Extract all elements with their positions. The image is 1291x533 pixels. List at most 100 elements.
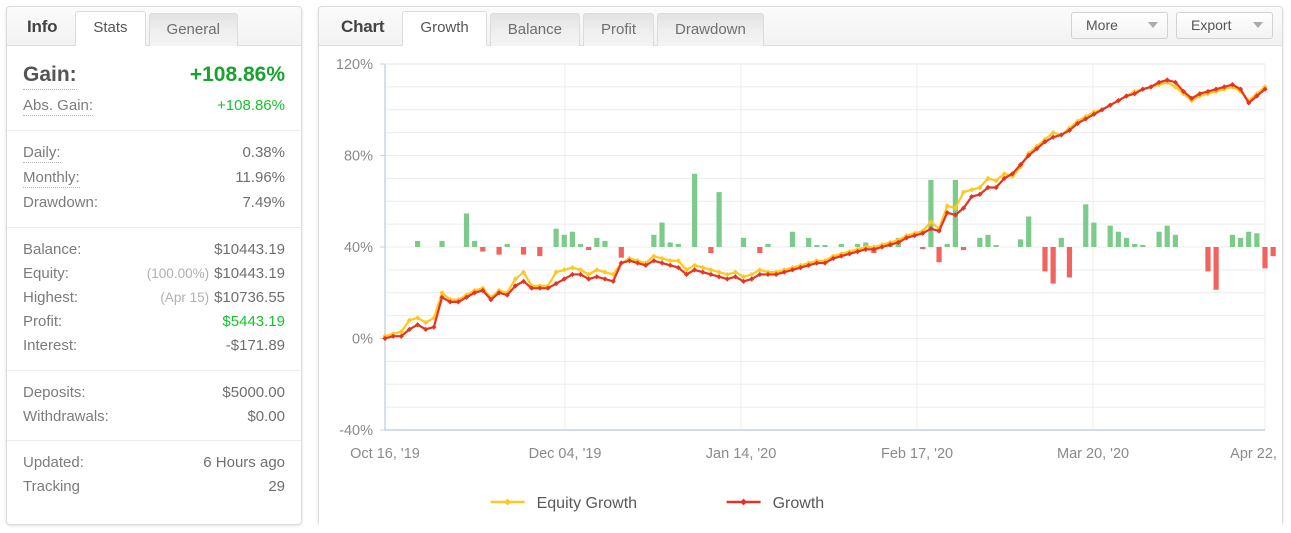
legend-swatch-marker xyxy=(504,498,511,506)
tab-stats[interactable]: Stats xyxy=(75,11,146,46)
stats-row-label: Updated: xyxy=(23,453,84,471)
bar-positive xyxy=(651,234,657,247)
bar-positive xyxy=(985,234,991,247)
legend-swatch-marker xyxy=(740,498,747,506)
x-tick-label: Mar 20, '20 xyxy=(1057,446,1129,462)
bar-positive xyxy=(463,213,470,247)
stats-row-label[interactable]: Monthly: xyxy=(23,168,80,189)
x-tick-label: Apr 22, '20 xyxy=(1230,446,1281,462)
stats-row-value-wrap: 29 xyxy=(268,477,285,496)
stats-row-value-wrap: +108.86% xyxy=(217,96,285,115)
bar-negative xyxy=(1213,247,1219,290)
stats-row: Balance: $10443.19 xyxy=(23,238,285,262)
bar-negative xyxy=(920,247,926,249)
legend-label[interactable]: Equity Growth xyxy=(537,495,637,512)
stats-row-value-wrap: 0.38% xyxy=(242,143,285,162)
bar-positive xyxy=(414,240,421,247)
bar-positive xyxy=(1107,225,1113,247)
stats-row-value-wrap: 7.49% xyxy=(242,193,285,212)
bar-positive xyxy=(1156,231,1162,247)
bar-positive xyxy=(1246,231,1252,247)
bar-positive xyxy=(577,243,584,247)
bar-negative xyxy=(618,247,624,258)
stats-row-label: Balance: xyxy=(23,240,82,258)
tab-general[interactable]: General xyxy=(148,13,238,46)
bar-positive xyxy=(1172,234,1178,247)
tab-drawdown[interactable]: Drawdown xyxy=(657,13,764,46)
bar-positive xyxy=(569,231,576,247)
more-button[interactable]: More xyxy=(1071,12,1168,39)
stats-row-value-wrap: (100.00%) $10443.19 xyxy=(147,264,285,283)
bar-positive xyxy=(675,243,681,247)
bar-positive xyxy=(1115,231,1121,247)
bar-positive xyxy=(1091,222,1097,247)
bar-positive xyxy=(1132,243,1138,247)
bar-positive xyxy=(765,243,771,247)
stats-row: Tracking 29 xyxy=(23,475,285,499)
y-tick-label: -40% xyxy=(339,423,373,439)
bar-positive xyxy=(1026,216,1032,247)
stats-row-value: 6 Hours ago xyxy=(203,453,285,471)
bar-negative xyxy=(708,247,714,254)
bar-positive xyxy=(977,237,983,247)
bar-negative xyxy=(960,247,967,251)
stats-row-label: Equity: xyxy=(23,264,69,282)
chart-svg: 120% 80% 40% 0% -40% Oct 16, '19 Dec 04, '19 Ja… xyxy=(336,57,1281,512)
legend-label[interactable]: Growth xyxy=(773,495,825,512)
y-tick-label: 80% xyxy=(344,149,373,165)
stats-row-label[interactable]: Abs. Gain: xyxy=(23,96,94,117)
stats-row-value: $10443.19 xyxy=(214,264,285,282)
bar-positive xyxy=(822,245,828,247)
y-tick-label: 40% xyxy=(344,240,373,256)
stats-row-value-wrap: $5000.00 xyxy=(222,383,285,402)
stats-row: Deposits: $5000.00 xyxy=(23,381,285,405)
stats-row: Withdrawals: $0.00 xyxy=(23,405,285,429)
y-tick-label: 0% xyxy=(352,332,373,348)
stats-row: Daily: 0.38% xyxy=(23,141,285,166)
bar-positive xyxy=(439,240,445,247)
growth-chart[interactable]: 120% 80% 40% 0% -40% Oct 16, '19 Dec 04, '19 Ja… xyxy=(319,46,1282,533)
stats-row-label: Tracking xyxy=(23,478,80,496)
stats-row: Profit: $5443.19 xyxy=(23,310,285,334)
bar-negative xyxy=(1066,247,1073,278)
stats-group: Updated: 6 Hours ago Tracking 29 xyxy=(7,441,301,510)
chevron-down-icon xyxy=(1253,22,1263,28)
stats-row-prefix: (Apr 15) xyxy=(160,290,210,305)
bar-negative xyxy=(520,247,527,255)
stats-row: Gain: +108.86% xyxy=(23,60,285,94)
stats-row: Highest: (Apr 15) $10736.55 xyxy=(23,286,285,310)
bar-negative xyxy=(480,247,486,252)
bar-positive xyxy=(944,243,950,247)
chart-panel: Chart Growth Balance Profit Drawdown Mor… xyxy=(318,6,1283,533)
bar-positive xyxy=(1254,233,1260,247)
bar-positive xyxy=(504,243,510,247)
tab-balance[interactable]: Balance xyxy=(489,13,580,46)
bar-negative xyxy=(1270,247,1276,257)
bar-negative xyxy=(537,247,543,257)
stats-row-value-wrap: $10443.19 xyxy=(214,240,285,259)
bar-positive xyxy=(561,234,567,247)
bar-positive xyxy=(1058,237,1064,247)
bar-negative xyxy=(1050,247,1056,284)
stats-tabbar: Info Stats General xyxy=(7,7,301,46)
tab-profit[interactable]: Profit xyxy=(582,13,654,46)
stats-row-value: $10736.55 xyxy=(214,289,285,306)
stats-panel-title: Info xyxy=(27,17,58,36)
tab-growth[interactable]: Growth xyxy=(402,11,487,46)
bar-positive xyxy=(806,237,812,247)
stats-group: Balance: $10443.19 Equity: (100.00%) $10443.… xyxy=(7,228,301,371)
stats-row-value-wrap: 6 Hours ago xyxy=(203,453,285,472)
bar-positive xyxy=(928,179,934,247)
export-button-label: Export xyxy=(1191,17,1232,33)
bar-positive xyxy=(1140,245,1146,247)
bar-negative xyxy=(1205,247,1211,272)
stats-row-label[interactable]: Daily: xyxy=(23,143,61,164)
stats-row: Monthly: 11.96% xyxy=(23,166,285,191)
bar-positive xyxy=(1237,237,1244,247)
bar-positive xyxy=(1229,234,1236,247)
stats-row-value: 11.96% xyxy=(235,169,285,187)
stats-row-value: 29 xyxy=(268,478,285,496)
stats-row-label[interactable]: Gain: xyxy=(23,62,77,90)
stats-row-prefix: (100.00%) xyxy=(146,265,210,281)
export-button[interactable]: Export xyxy=(1176,12,1273,39)
